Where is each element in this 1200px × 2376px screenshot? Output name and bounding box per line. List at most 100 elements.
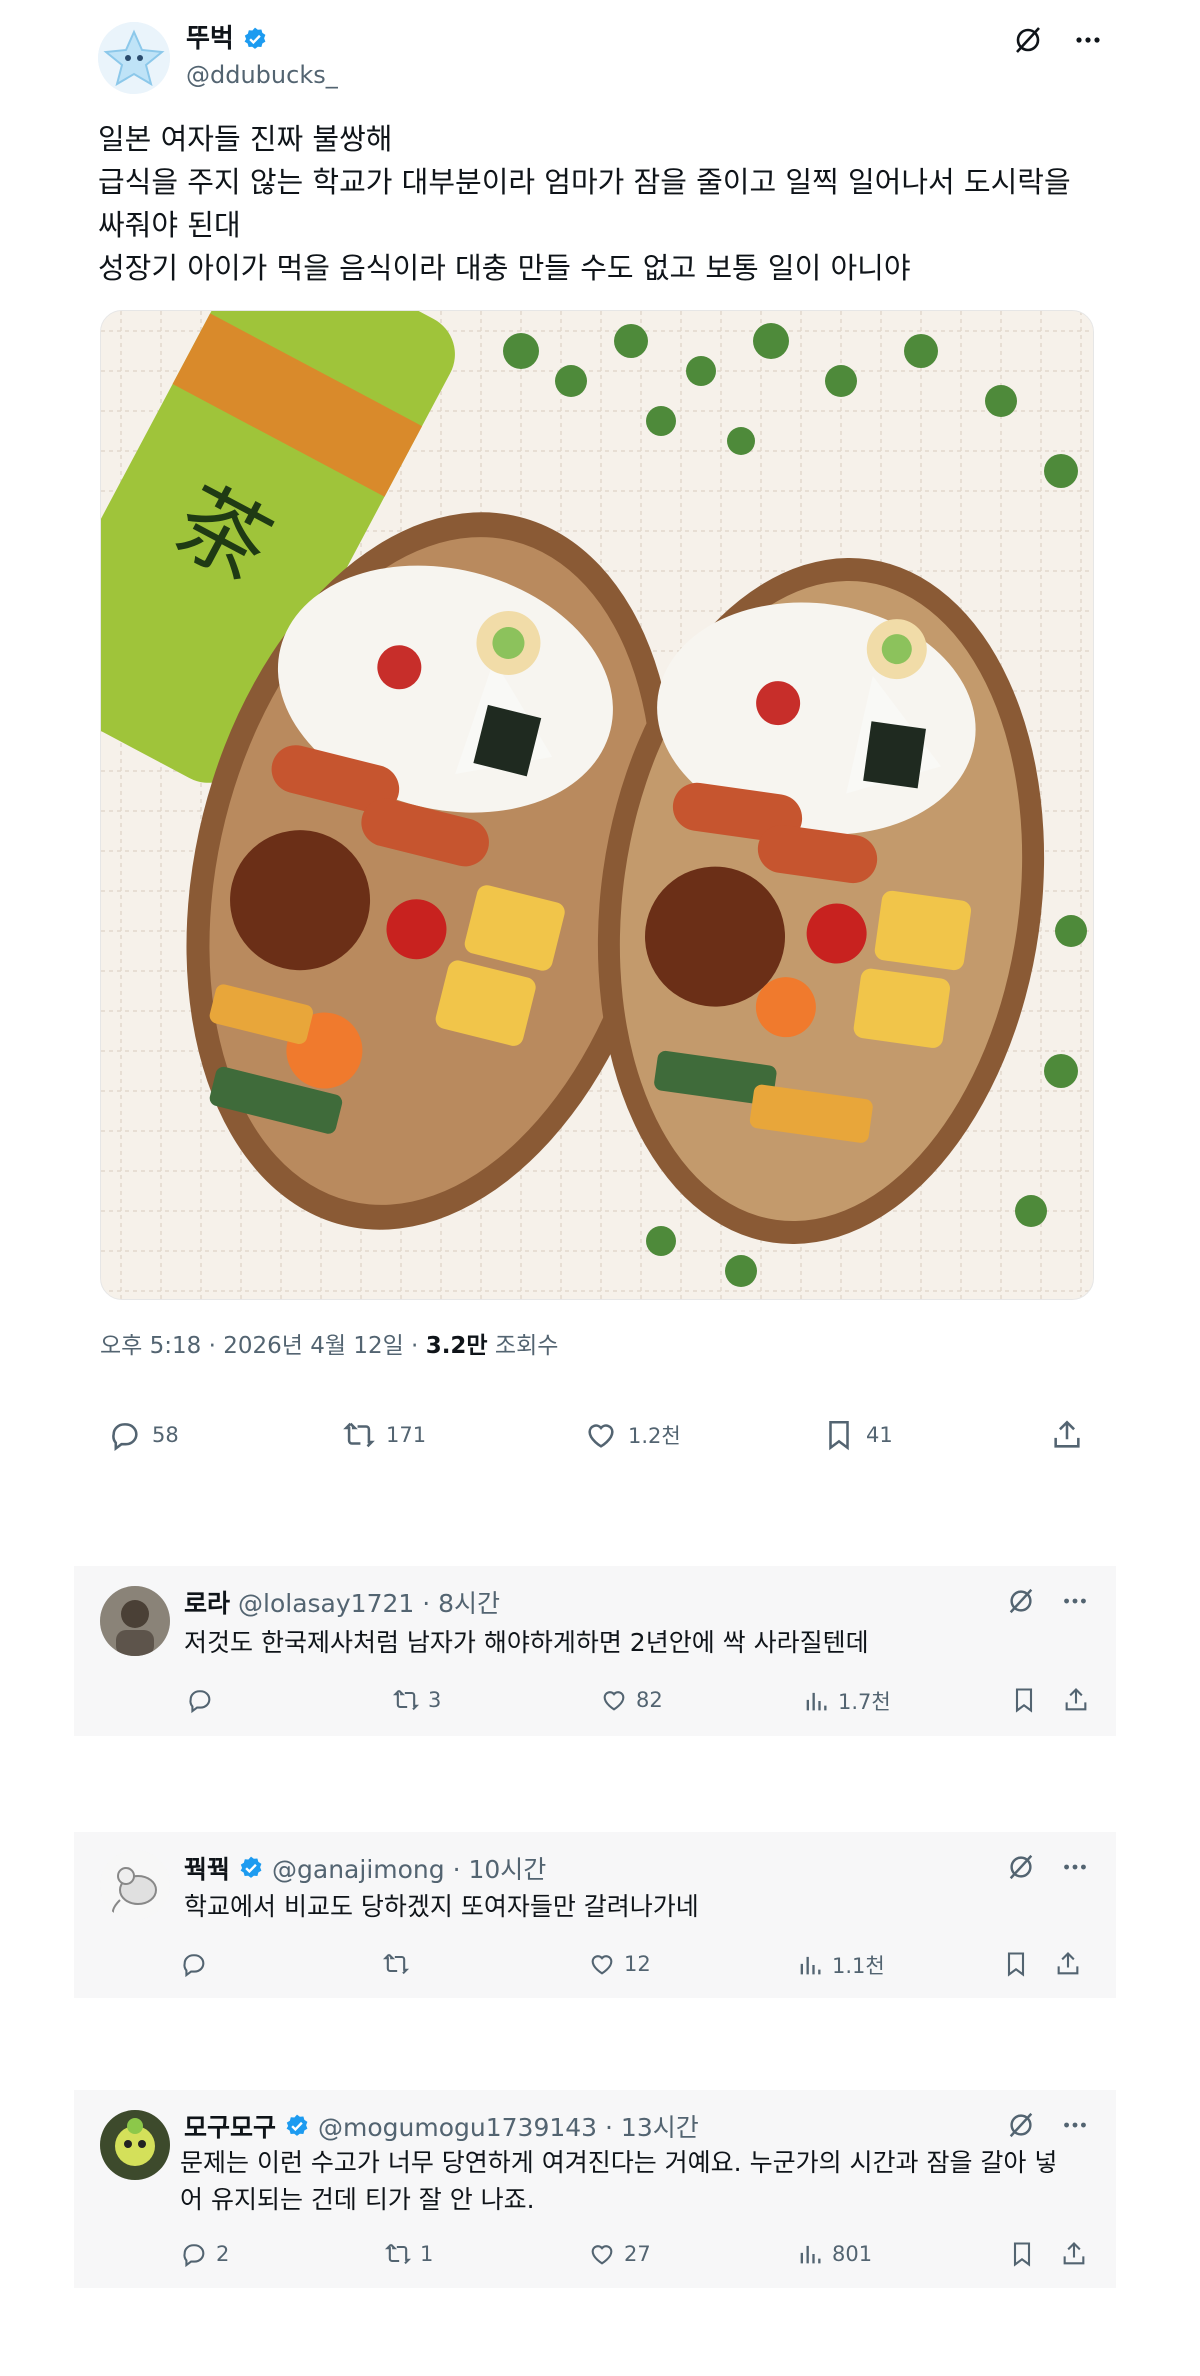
tweet-text-line: 일본 여자들 진짜 불쌍해 (98, 122, 393, 156)
reply-count: 58 (152, 1423, 179, 1447)
reply-like-count: 82 (636, 1688, 663, 1712)
reply-card[interactable]: 모구모구 @mogumogu1739143 · 13시간 문제는 이런 수고가 … (74, 2090, 1116, 2288)
retweet-icon (342, 1418, 376, 1452)
reply-top-actions (1006, 1852, 1090, 1882)
author-avatar[interactable] (98, 22, 170, 94)
more-icon[interactable] (1060, 2110, 1090, 2140)
author-handle[interactable]: @ddubucks_ (186, 60, 338, 90)
reply-views-count: 1.7천 (838, 1690, 891, 1714)
more-icon[interactable] (1072, 24, 1104, 56)
reply-author-name[interactable]: 꿕꿕 (184, 1850, 230, 1886)
reply-text: 문제는 이런 수고가 너무 당연하게 여겨진다는 거예요. 누군가의 시간과 잠… (180, 2144, 1090, 2218)
views-icon (796, 1951, 824, 1979)
reply-header: 로라 @lolasay1721 · 8시간 (184, 1584, 500, 1620)
views-icon (796, 2240, 824, 2268)
tweet-text-line: 급식을 주지 않는 학교가 대부분이라 엄마가 잠을 줄이고 일찍 일어나서 도… (98, 165, 1071, 199)
tweet-meta: 오후 5:18 · 2026년 4월 12일 · 3.2만 조회수 (100, 1330, 558, 1362)
reply-like-button[interactable]: 27 (588, 2240, 651, 2268)
bookmark-icon (1010, 1686, 1038, 1714)
retweet-icon (392, 1686, 420, 1714)
share-icon (1060, 2240, 1088, 2268)
reply-icon (186, 1686, 214, 1714)
reply-views-button[interactable]: 801 (796, 2240, 872, 2268)
more-icon[interactable] (1060, 1586, 1090, 1616)
reply-author-handle[interactable]: @ganajimong · 10시간 (272, 1850, 546, 1886)
reply-reply-button[interactable] (180, 1950, 216, 1978)
verified-badge-icon (284, 2113, 310, 2139)
more-icon[interactable] (1060, 1852, 1090, 1882)
reply-retweet-button[interactable]: 3 (392, 1686, 441, 1714)
reply-retweet-button[interactable] (382, 1950, 418, 1978)
reply-text-line: 학교에서 비교도 당하겠지 또여자들만 갈려나가네 (184, 1892, 699, 1921)
reply-card[interactable]: 로라 @lolasay1721 · 8시간 저것도 한국제사처럼 남자가 해야하… (74, 1566, 1116, 1736)
bookmark-button[interactable]: 41 (822, 1418, 893, 1452)
reply-avatar[interactable] (100, 1850, 170, 1920)
reply-text: 저것도 한국제사처럼 남자가 해야하게하면 2년안에 싹 사라질텐데 (184, 1624, 1094, 1661)
reply-bookmark-button[interactable] (1002, 1950, 1030, 1978)
reply-reply-button[interactable] (186, 1686, 222, 1714)
like-icon (600, 1686, 628, 1714)
retweet-count: 171 (386, 1423, 427, 1447)
reply-card[interactable]: 꿕꿕 @ganajimong · 10시간 학교에서 비교도 당하겠지 또여자들… (74, 1832, 1116, 1998)
reply-views-button[interactable]: 1.7천 (802, 1686, 891, 1716)
tweet-text-line: 성장기 아이가 먹을 음식이라 대충 만들 수도 없고 보통 일이 아니야 (98, 251, 911, 285)
grok-icon[interactable] (1012, 24, 1044, 56)
reply-like-button[interactable]: 12 (588, 1950, 651, 1978)
reply-icon (180, 1950, 208, 1978)
reply-bookmark-button[interactable] (1010, 1686, 1038, 1714)
reply-button[interactable]: 58 (108, 1418, 179, 1452)
reply-author-handle[interactable]: @mogumogu1739143 · 13시간 (318, 2108, 699, 2144)
bookmark-icon (822, 1418, 856, 1452)
reply-author-name[interactable]: 로라 (184, 1584, 230, 1620)
author-name[interactable]: 뚜벅 (186, 22, 234, 56)
reply-share-button[interactable] (1060, 2240, 1088, 2268)
tweet-views-count: 3.2만 (425, 1333, 488, 1359)
reply-avatar[interactable] (100, 1586, 170, 1656)
reply-reply-count: 2 (216, 2242, 230, 2266)
share-icon (1062, 1686, 1090, 1714)
reply-bookmark-button[interactable] (1008, 2240, 1036, 2268)
like-icon (588, 2240, 616, 2268)
like-button[interactable]: 1.2천 (584, 1418, 681, 1452)
reply-like-count: 27 (624, 2242, 651, 2266)
views-icon (802, 1687, 830, 1715)
reply-author-name[interactable]: 모구모구 (184, 2108, 276, 2144)
verified-badge-icon (242, 26, 268, 52)
retweet-button[interactable]: 171 (342, 1418, 426, 1452)
tweet-text: 일본 여자들 진짜 불쌍해 급식을 주지 않는 학교가 대부분이라 엄마가 잠을… (98, 118, 1108, 290)
reply-retweet-count: 3 (428, 1688, 442, 1712)
bookmark-icon (1008, 2240, 1036, 2268)
reply-like-count: 12 (624, 1952, 651, 1976)
grok-icon[interactable] (1006, 1586, 1036, 1616)
bookmark-count: 41 (866, 1423, 893, 1447)
reply-retweet-button[interactable]: 1 (384, 2240, 433, 2268)
tweet-text-line: 싸줘야 된대 (98, 208, 241, 242)
reply-avatar[interactable] (100, 2110, 170, 2180)
retweet-icon (382, 1950, 410, 1978)
tweet-time[interactable]: 오후 5:18 · 2026년 4월 12일 · (100, 1333, 426, 1359)
share-button[interactable] (1050, 1418, 1084, 1452)
reply-author-handle[interactable]: @lolasay1721 · 8시간 (238, 1584, 500, 1620)
author-name-row[interactable]: 뚜벅 (186, 22, 268, 56)
tweet-views-label: 조회수 (487, 1333, 559, 1359)
reply-header: 꿕꿕 @ganajimong · 10시간 (184, 1850, 546, 1886)
share-icon (1054, 1950, 1082, 1978)
grok-icon[interactable] (1006, 2110, 1036, 2140)
reply-icon (108, 1418, 142, 1452)
tweet-photo[interactable]: 茶 (100, 310, 1094, 1300)
reply-text-line: 문제는 이런 수고가 너무 당연하게 여겨진다는 거예요. 누군가의 시간과 잠… (180, 2148, 1058, 2177)
reply-like-button[interactable]: 82 (600, 1686, 663, 1714)
reply-share-button[interactable] (1054, 1950, 1082, 1978)
reply-header: 모구모구 @mogumogu1739143 · 13시간 (184, 2108, 699, 2144)
reply-icon (180, 2240, 208, 2268)
reply-views-count: 1.1천 (832, 1954, 885, 1978)
reply-views-button[interactable]: 1.1천 (796, 1950, 885, 1980)
reply-share-button[interactable] (1062, 1686, 1090, 1714)
grok-icon[interactable] (1006, 1852, 1036, 1882)
reply-reply-button[interactable]: 2 (180, 2240, 229, 2268)
verified-badge-icon (238, 1855, 264, 1881)
like-count: 1.2천 (628, 1424, 681, 1448)
like-icon (588, 1950, 616, 1978)
tweet-top-actions (1012, 24, 1104, 56)
reply-retweet-count: 1 (420, 2242, 434, 2266)
